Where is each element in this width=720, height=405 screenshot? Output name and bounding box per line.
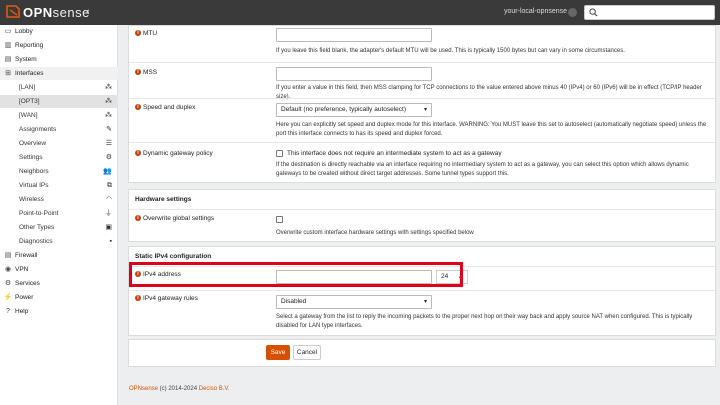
caret-down-icon: ▾ bbox=[423, 299, 427, 305]
sidebar-item-other-types[interactable]: Other Types ▣ bbox=[0, 221, 118, 234]
speed-help: Here you can explicitly set speed and du… bbox=[276, 122, 707, 137]
sidebar-item-firewall[interactable]: ▤ Firewall bbox=[0, 249, 118, 262]
sidebar-item-vpn[interactable]: ◉ VPN bbox=[0, 263, 118, 276]
mtu-input[interactable] bbox=[276, 28, 432, 42]
medkit-icon: ▪ bbox=[109, 238, 112, 245]
chevron-left-icon[interactable]: ‹ bbox=[86, 6, 96, 18]
top-bar: OPNsense ‹ your-local-opnsense bbox=[0, 0, 720, 25]
hardware-settings-panel: Hardware settings i Overwrite global sett… bbox=[128, 189, 716, 242]
cancel-button[interactable]: Cancel bbox=[293, 345, 321, 360]
sidebar-item-wan[interactable]: [WAN] ⁂ bbox=[0, 109, 118, 122]
hardware-settings-title: Hardware settings bbox=[135, 196, 192, 203]
cog-icon: ⚙ bbox=[4, 280, 12, 287]
dynamic-gateway-checkbox-label: This interface does not require an inter… bbox=[287, 150, 502, 157]
speed-select[interactable]: Default (no preference, typically autose… bbox=[276, 103, 432, 117]
plug-icon: ⏚ bbox=[105, 210, 112, 217]
info-icon[interactable]: i bbox=[135, 215, 141, 222]
mtu-row: i MTU If you leave this field blank, the … bbox=[129, 26, 715, 62]
highlight-annotation bbox=[129, 262, 463, 287]
ipv4-gateway-label: i IPv4 gateway rules bbox=[135, 295, 198, 302]
users-icon: 👥 bbox=[103, 168, 112, 175]
info-icon[interactable]: i bbox=[135, 69, 141, 76]
actions-panel bbox=[128, 339, 716, 367]
plug-icon: ⚡ bbox=[3, 294, 13, 301]
info-icon[interactable]: i bbox=[135, 295, 141, 302]
dynamic-gateway-checkbox[interactable] bbox=[276, 150, 283, 157]
search-box[interactable] bbox=[584, 5, 715, 20]
sidebar-item-wireless[interactable]: Wireless ◠ bbox=[0, 193, 118, 206]
footer: OPNsense (c) 2014-2024 Deciso B.V. bbox=[129, 386, 230, 392]
pencil-icon: ✎ bbox=[106, 126, 112, 133]
ipv4-gateway-select[interactable]: Disabled ▾ bbox=[276, 295, 432, 309]
static-ipv4-panel: Static IPv4 configuration i IPv4 address … bbox=[128, 246, 716, 336]
overwrite-help: Overwrite custom interface hardware sett… bbox=[276, 230, 474, 236]
status-indicator[interactable] bbox=[568, 8, 577, 17]
mss-input[interactable] bbox=[276, 67, 432, 81]
sidebar-item-diagnostics[interactable]: Diagnostics ▪ bbox=[0, 235, 118, 248]
mss-label: i MSS bbox=[135, 69, 157, 76]
wifi-icon: ◠ bbox=[105, 196, 112, 203]
sidebar-item-settings[interactable]: Settings ⚙ bbox=[0, 151, 118, 164]
overwrite-checkbox[interactable] bbox=[276, 216, 283, 223]
mtu-label: i MTU bbox=[135, 30, 157, 37]
general-settings-panel: i MTU If you leave this field blank, the … bbox=[128, 25, 716, 183]
mtu-help: If you leave this field blank, the adapt… bbox=[276, 48, 625, 54]
cogs-icon: ⚙ bbox=[105, 154, 112, 161]
sidebar-item-system[interactable]: ▤ System bbox=[0, 53, 118, 66]
fire-icon: ▤ bbox=[4, 252, 12, 259]
sitemap-icon: ⊞ bbox=[5, 70, 11, 77]
sidebar-item-lan[interactable]: [LAN] ⁂ bbox=[0, 81, 118, 94]
clone-icon: ⧉ bbox=[107, 182, 112, 189]
sidebar: ▭ Lobby ▥ Reporting ▤ System ⊞ Interface… bbox=[0, 25, 118, 405]
sitemap-icon: ⁂ bbox=[105, 112, 112, 119]
static-ipv4-title: Static IPv4 configuration bbox=[135, 253, 212, 260]
opnsense-logo[interactable]: OPNsense bbox=[6, 4, 89, 21]
overwrite-row: i Overwrite global settings Overwrite cus… bbox=[129, 209, 715, 242]
globe-icon: ◉ bbox=[4, 266, 12, 273]
speed-label: i Speed and duplex bbox=[135, 104, 195, 111]
ipv4-gateway-row: i IPv4 gateway rules Disabled ▾ Select a … bbox=[129, 290, 715, 336]
opnsense-logo-icon bbox=[6, 5, 20, 18]
tasks-icon: ☰ bbox=[105, 140, 112, 147]
save-button[interactable]: Save bbox=[266, 345, 290, 360]
sidebar-item-services[interactable]: ⚙ Services bbox=[0, 277, 118, 290]
bar-chart-icon: ▥ bbox=[4, 42, 12, 49]
sitemap-icon: ⁂ bbox=[105, 98, 112, 105]
info-icon[interactable]: i bbox=[135, 150, 141, 157]
caret-down-icon: ▾ bbox=[423, 107, 427, 113]
logo-text: OPNsense bbox=[23, 5, 90, 20]
sidebar-item-opt3[interactable]: [OPT3] ⁂ bbox=[0, 95, 118, 108]
hostname: your-local-opnsense bbox=[504, 8, 568, 15]
sitemap-icon: ⁂ bbox=[105, 84, 112, 91]
footer-company-link[interactable]: Deciso B.V. bbox=[199, 386, 230, 392]
sidebar-item-reporting[interactable]: ▥ Reporting bbox=[0, 39, 118, 52]
server-icon: ▤ bbox=[4, 56, 12, 63]
sidebar-item-virtual-ips[interactable]: Virtual IPs ⧉ bbox=[0, 179, 118, 192]
dynamic-gateway-label: i Dynamic gateway policy bbox=[135, 150, 213, 157]
sidebar-item-help[interactable]: ? Help bbox=[0, 305, 118, 318]
sidebar-item-lobby[interactable]: ▭ Lobby bbox=[0, 25, 118, 38]
info-icon[interactable]: i bbox=[135, 30, 141, 37]
help-icon: ? bbox=[6, 308, 10, 315]
sidebar-item-neighbors[interactable]: Neighbors 👥 bbox=[0, 165, 118, 178]
main-content: i MTU If you leave this field blank, the … bbox=[118, 25, 720, 405]
search-icon bbox=[589, 8, 598, 17]
archive-icon: ▣ bbox=[105, 224, 112, 231]
ipv4-gateway-help: Select a gateway from the list to reply … bbox=[276, 314, 693, 329]
speed-row: i Speed and duplex Default (no preference… bbox=[129, 98, 715, 142]
footer-brand-link[interactable]: OPNsense bbox=[129, 386, 158, 392]
sidebar-item-assignments[interactable]: Assignments ✎ bbox=[0, 123, 118, 136]
mss-row: i MSS If you enter a value in this field,… bbox=[129, 62, 715, 100]
overwrite-label: i Overwrite global settings bbox=[135, 215, 214, 222]
sidebar-item-point-to-point[interactable]: Point-to-Point ⏚ bbox=[0, 207, 118, 220]
info-icon[interactable]: i bbox=[135, 104, 141, 111]
footer-copyright: (c) 2014-2024 bbox=[158, 386, 199, 392]
sidebar-item-overview[interactable]: Overview ☰ bbox=[0, 137, 118, 150]
laptop-icon: ▭ bbox=[4, 28, 12, 35]
dynamic-gateway-help: If the destination is directly reachable… bbox=[276, 162, 689, 177]
dynamic-gateway-row: i Dynamic gateway policy This interface d… bbox=[129, 142, 715, 183]
sidebar-item-power[interactable]: ⚡ Power bbox=[0, 291, 118, 304]
search-input[interactable] bbox=[600, 7, 710, 18]
sidebar-item-interfaces[interactable]: ⊞ Interfaces bbox=[0, 67, 118, 80]
